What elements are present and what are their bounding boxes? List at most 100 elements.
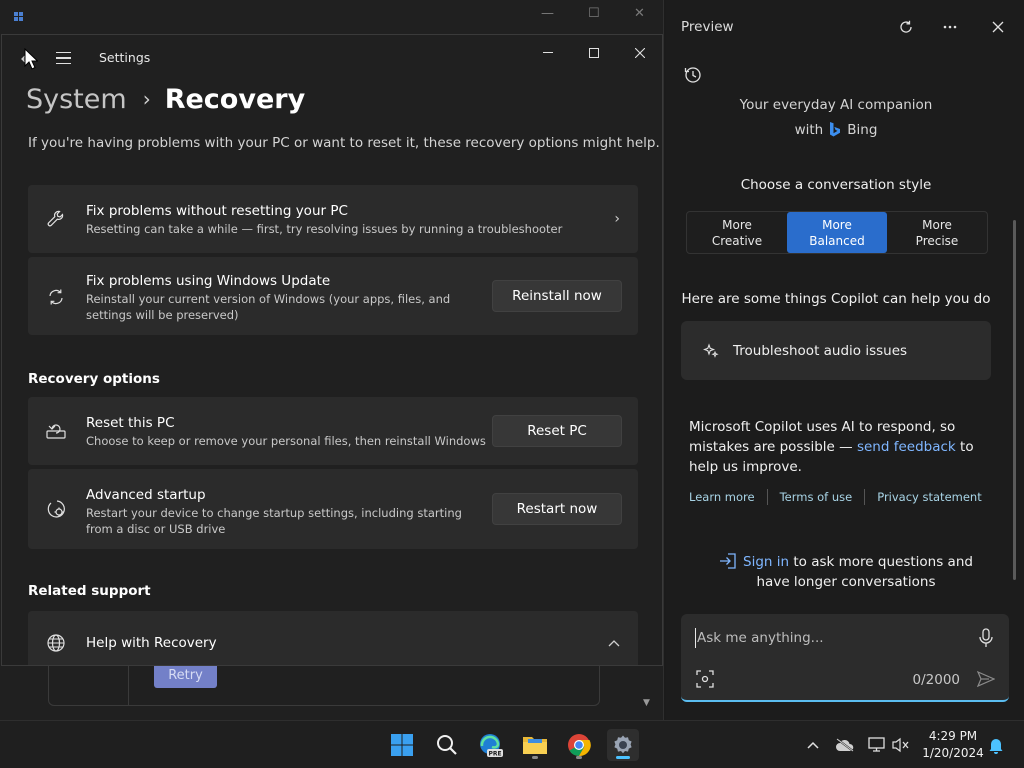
- hamburger-line: [56, 57, 71, 59]
- sign-in-prompt: Sign in to ask more questions and have l…: [716, 552, 976, 592]
- link-divider: [766, 489, 768, 505]
- style-option-line: More: [922, 217, 952, 232]
- copilot-tagline: Your everyday AI companion: [739, 97, 933, 113]
- style-option-line: More: [722, 217, 752, 232]
- style-option-balanced[interactable]: More Balanced: [787, 212, 887, 253]
- restart-now-button[interactable]: Restart now: [492, 493, 622, 525]
- tagline-brand: Bing: [847, 122, 878, 138]
- help-with-recovery-card[interactable]: Help with Recovery: [28, 611, 638, 665]
- suggestion-text: Troubleshoot audio issues: [733, 342, 908, 359]
- terms-of-use-link[interactable]: Terms of use: [780, 490, 853, 504]
- app-title: Settings: [99, 50, 151, 65]
- maximize-icon: [589, 48, 599, 58]
- card-title: Reset this PC: [86, 415, 175, 431]
- sign-in-text: to ask more questions and have longer co…: [756, 554, 973, 590]
- card-description: Resetting can take a while — first, try …: [86, 222, 563, 236]
- maximize-icon[interactable]: ☐: [588, 6, 600, 21]
- network-tray-button[interactable]: [867, 735, 887, 755]
- taskbar: PRE 4:29 PM 1/20/2024: [0, 720, 1024, 768]
- scroll-down-arrow-icon[interactable]: ▼: [643, 698, 650, 708]
- footer-links: Learn more Terms of use Privacy statemen…: [689, 489, 989, 505]
- refresh-button[interactable]: [894, 15, 918, 39]
- minimize-button[interactable]: [533, 41, 563, 65]
- notifications-button[interactable]: [986, 735, 1006, 755]
- maximize-button[interactable]: [579, 41, 609, 65]
- ask-input[interactable]: [695, 628, 965, 648]
- settings-window: Settings System › Recovery If you're hav…: [1, 34, 663, 666]
- onedrive-tray-button[interactable]: [835, 735, 855, 755]
- chevron-up-icon[interactable]: [608, 639, 620, 647]
- more-options-button[interactable]: [938, 15, 962, 39]
- refresh-icon: [900, 20, 912, 33]
- related-support-heading: Related support: [28, 583, 151, 599]
- show-hidden-icons-button[interactable]: [803, 735, 823, 755]
- bell-icon: [989, 739, 1003, 754]
- link-divider: [864, 489, 866, 505]
- copilot-tagline-brand-row: with Bing: [666, 122, 1006, 138]
- help-heading: Here are some things Copilot can help yo…: [681, 291, 991, 307]
- settings-titlebar: Settings: [2, 35, 662, 81]
- breadcrumb-system[interactable]: System: [26, 84, 127, 115]
- sign-in-link[interactable]: Sign in: [743, 554, 789, 570]
- more-options-icon: [943, 25, 957, 29]
- privacy-statement-link[interactable]: Privacy statement: [877, 490, 982, 504]
- background-window-titlebar: [0, 0, 664, 34]
- background-panel-divider: [128, 660, 129, 706]
- edge-browser-icon: PRE: [480, 734, 503, 757]
- copilot-pane: Preview Your everyday AI companion with …: [666, 0, 1024, 720]
- style-option-line: More: [822, 217, 852, 232]
- cloud-offline-icon: [836, 738, 854, 752]
- tagline-with: with: [794, 122, 824, 138]
- menu-button[interactable]: [56, 47, 78, 69]
- mouse-cursor-icon: [24, 48, 38, 70]
- close-button[interactable]: [625, 41, 655, 65]
- globe-icon: [44, 631, 68, 655]
- style-option-line: Precise: [915, 233, 959, 248]
- hamburger-line: [56, 62, 71, 65]
- copilot-title: Preview: [681, 19, 734, 35]
- close-copilot-button[interactable]: [986, 15, 1010, 39]
- network-display-icon: [868, 737, 885, 752]
- minimize-icon[interactable]: —: [541, 6, 554, 21]
- fix-problems-card[interactable]: Fix problems without resetting your PC R…: [28, 185, 638, 253]
- volume-tray-button[interactable]: [891, 735, 911, 755]
- card-title: Fix problems using Windows Update: [86, 273, 331, 289]
- send-feedback-link[interactable]: send feedback: [857, 439, 956, 455]
- reset-pc-card: Reset this PC Choose to keep or remove y…: [28, 397, 638, 465]
- search-button[interactable]: [431, 729, 463, 761]
- edge-preview-badge: PRE: [488, 750, 501, 757]
- settings-taskbar-button[interactable]: [607, 729, 639, 761]
- advanced-startup-card: Advanced startup Restart your device to …: [28, 469, 638, 549]
- sign-in-icon: [720, 553, 736, 569]
- history-icon[interactable]: [682, 64, 704, 86]
- advanced-startup-icon: [44, 497, 68, 521]
- bing-logo-icon: [830, 122, 841, 137]
- active-indicator: [616, 756, 630, 759]
- file-explorer-button[interactable]: [519, 729, 551, 761]
- folder-icon: [523, 737, 547, 754]
- edge-preview-button[interactable]: PRE: [475, 729, 507, 761]
- chrome-button[interactable]: [563, 729, 595, 761]
- microphone-icon[interactable]: [977, 628, 995, 648]
- suggestion-card[interactable]: Troubleshoot audio issues: [681, 321, 991, 380]
- style-option-precise[interactable]: More Precise: [887, 212, 987, 253]
- speaker-muted-icon: [892, 737, 909, 753]
- close-icon: [992, 21, 1004, 33]
- hamburger-line: [56, 51, 71, 54]
- chat-composer: 0/2000: [681, 614, 1009, 702]
- card-description: Choose to keep or remove your personal f…: [86, 434, 486, 448]
- screenshot-icon[interactable]: [696, 670, 714, 688]
- reinstall-now-button[interactable]: Reinstall now: [492, 280, 622, 312]
- start-button[interactable]: [386, 729, 418, 761]
- conversation-style-selector: More Creative More Balanced More Precise: [686, 211, 988, 254]
- card-title: Fix problems without resetting your PC: [86, 203, 348, 219]
- style-option-creative[interactable]: More Creative: [687, 212, 787, 253]
- reset-pc-button[interactable]: Reset PC: [492, 415, 622, 447]
- clock-time: 4:29 PM: [928, 729, 978, 743]
- copilot-scrollbar[interactable]: [1013, 220, 1016, 580]
- learn-more-link[interactable]: Learn more: [689, 490, 755, 504]
- reset-pc-icon: [44, 419, 68, 443]
- system-clock[interactable]: 4:29 PM 1/20/2024: [912, 728, 994, 762]
- send-icon[interactable]: [977, 670, 995, 688]
- close-icon[interactable]: ✕: [634, 6, 645, 21]
